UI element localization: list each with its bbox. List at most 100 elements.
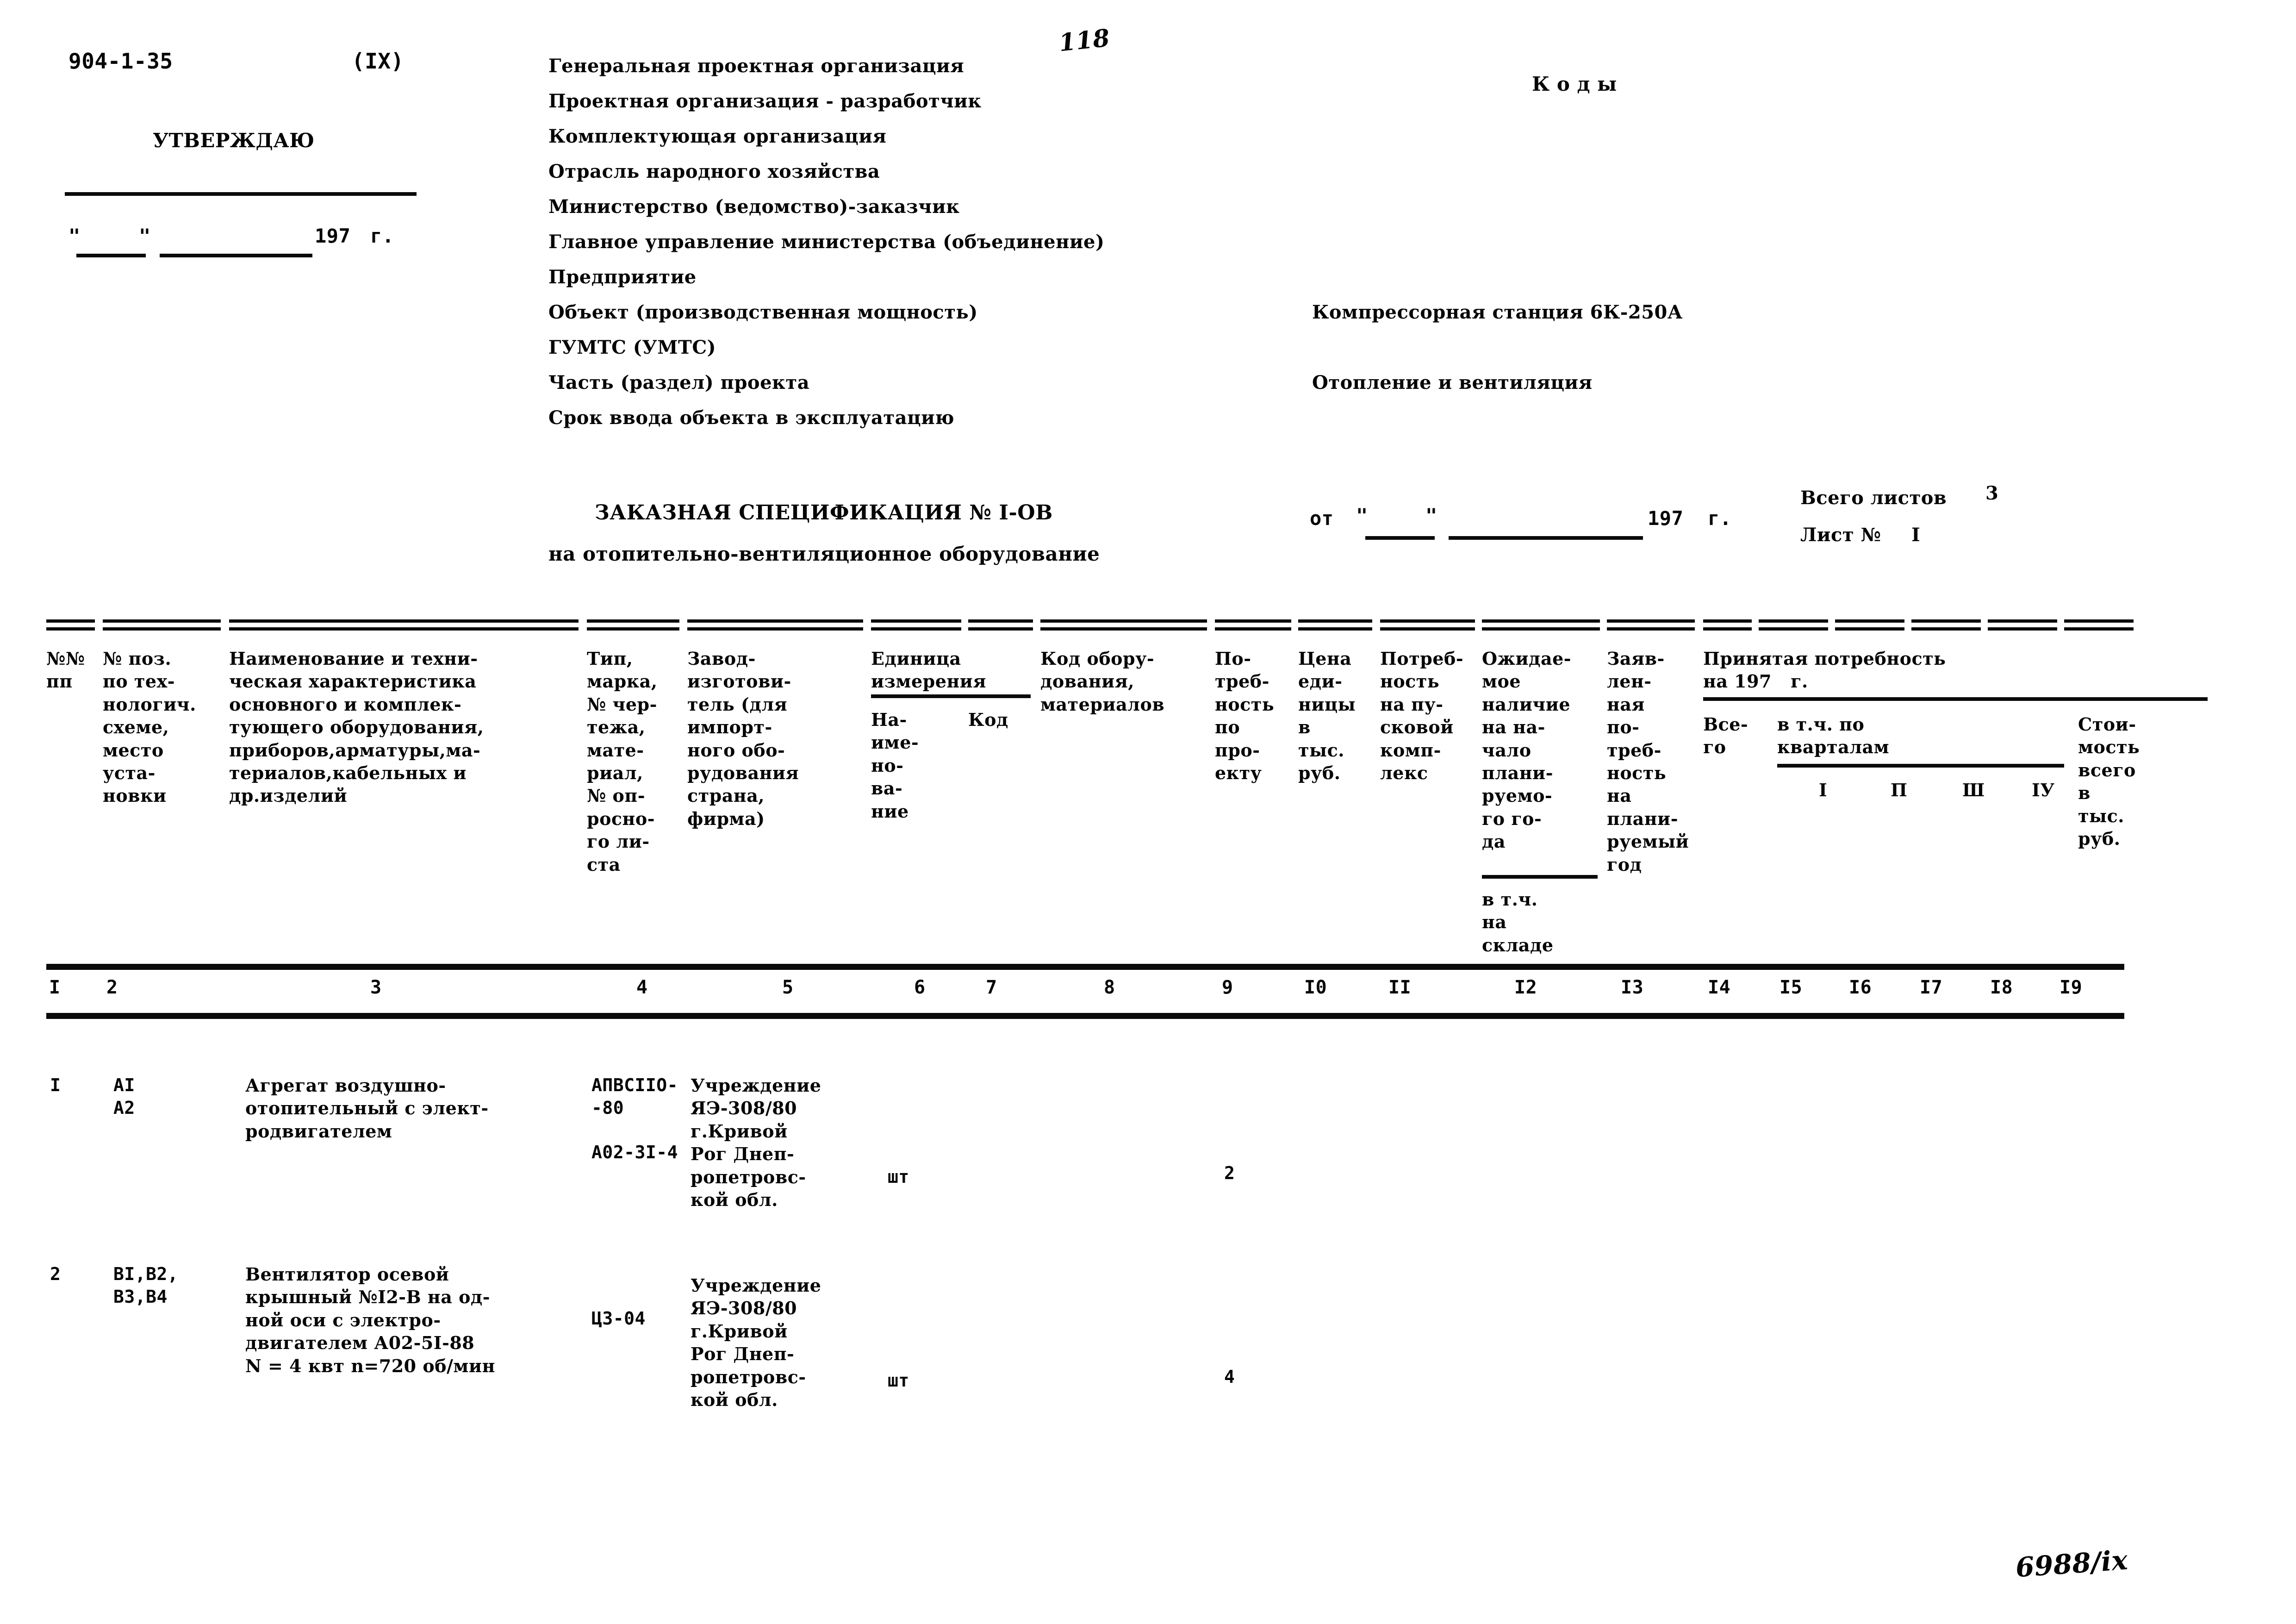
field-label-general-design-org: Генеральная проектная организация	[548, 55, 964, 77]
row-1-project-need: 2	[1224, 1163, 1235, 1183]
column-header-unit-name: На- име- но- ва- ние	[871, 709, 919, 822]
field-label-enterprise: Предприятие	[548, 266, 697, 288]
column-number-18: I8	[1990, 977, 2013, 998]
rule-below-column-numbers	[46, 1013, 2124, 1019]
column-number-19: I9	[2060, 977, 2083, 998]
row-2-type-mark: ЦЗ-04	[591, 1308, 646, 1329]
field-label-design-org-developer: Проектная организация - разработчик	[548, 90, 982, 112]
column-number-10: I0	[1304, 977, 1327, 998]
approve-year: 197	[315, 225, 351, 247]
rule-above-column-numbers	[46, 964, 2124, 970]
column-header-manufacturer: Завод- изготови- тель (для импорт- ного …	[687, 648, 799, 829]
column-header-expected-stock: Ожидае- мое наличие на на- чало плани- р…	[1482, 648, 1572, 852]
date-quote-close: "	[1425, 504, 1437, 527]
column-number-16: I6	[1849, 977, 1872, 998]
column-header-quarter-4: IУ	[2032, 780, 2055, 800]
row-2-project-need: 4	[1224, 1367, 1235, 1387]
column-number-14: I4	[1708, 977, 1731, 998]
field-label-ministry-customer: Министерство (ведомство)-заказчик	[548, 196, 960, 218]
date-quote-open: "	[1356, 504, 1368, 527]
column-number-5: 5	[782, 977, 794, 998]
column-number-9: 9	[1222, 977, 1233, 998]
approve-date-quote-close: "	[139, 225, 151, 247]
row-2-position-no: ВI,В2, В3,В4	[113, 1264, 179, 1307]
total-sheets-value: 3	[1985, 482, 1999, 504]
approve-date-quote-open: "	[68, 225, 81, 247]
date-year: 197	[1648, 507, 1684, 530]
field-label-main-directorate: Главное управление министерства (объедин…	[548, 231, 1105, 253]
rule-quarters-divider	[1777, 764, 2064, 768]
table-row: 2	[50, 1264, 61, 1284]
row-1-type-mark: АПВСIIО- -80	[591, 1075, 678, 1118]
rule-accepted-need-divider	[1703, 697, 2208, 701]
column-number-7: 7	[986, 977, 997, 998]
column-number-17: I7	[1920, 977, 1943, 998]
total-sheets-label: Всего листов	[1800, 487, 1947, 509]
sheet-label: Лист №	[1800, 524, 1881, 546]
field-label-industry-branch: Отрасль народного хозяйства	[548, 161, 880, 182]
column-header-quarter-2: П	[1891, 780, 1908, 800]
column-number-12: I2	[1514, 977, 1537, 998]
column-header-startup-complex-need: Потреб- ность на пу- сковой комп- лекс	[1380, 648, 1464, 783]
field-label-object-capacity: Объект (производственная мощность)	[548, 301, 978, 323]
row-1-manufacturer: Учреждение ЯЭ-308/80 г.Кривой Рог Днеп- …	[691, 1075, 821, 1210]
column-header-total-cost: Стои- мость всего в тыс. руб.	[2078, 714, 2140, 849]
column-header-unit-price: Цена еди- ницы в тыс. руб.	[1298, 648, 1356, 783]
handwritten-archive-mark: 6988/ix	[2014, 1544, 2129, 1584]
column-header-expected-stock-warehouse: в т.ч. на складе	[1482, 889, 1554, 956]
column-header-accepted-need-group: Принятая потребность на 197 г.	[1703, 648, 1946, 692]
column-number-1: I	[49, 977, 61, 998]
column-number-3: 3	[370, 977, 382, 998]
row-2-unit-name: шт	[888, 1370, 909, 1391]
column-header-quarter-3: Ш	[1962, 780, 1985, 800]
rule-unit-group-divider	[871, 694, 1031, 698]
specification-title: ЗАКАЗНАЯ СПЕЦИФИКАЦИЯ № I-ОВ	[595, 501, 1053, 525]
column-header-no: №№ пп	[46, 648, 85, 692]
column-header-unit-group: Единица измерения	[871, 648, 986, 692]
row-1-unit-name: шт	[888, 1167, 909, 1187]
row-2-name-spec: Вентилятор осевой крышный №I2-В на од- н…	[245, 1264, 495, 1376]
column-header-project-need: По- треб- ность по про- екту	[1215, 648, 1275, 783]
column-header-quarter-1: I	[1819, 780, 1828, 800]
date-month-line	[1449, 536, 1643, 540]
field-label-gumts: ГУМТС (УМТС)	[548, 337, 716, 358]
field-label-commissioning-date: Срок ввода объекта в эксплуатацию	[548, 407, 954, 429]
field-label-completing-org: Комплектующая организация	[548, 125, 887, 147]
approve-month-line	[160, 254, 312, 257]
column-header-type-mark: Тип, марка, № чер- тежа, мате- риал, № о…	[587, 648, 658, 875]
row-1-name-spec: Агрегат воздушно- отопительный с элект- …	[245, 1075, 489, 1142]
column-header-accepted-total: Все- го	[1703, 714, 1748, 758]
approve-label: УТВЕРЖДАЮ	[153, 129, 315, 152]
handwritten-page-number: 118	[1058, 24, 1111, 57]
date-prefix: от	[1310, 507, 1334, 530]
field-value-object-capacity: Компрессорная станция 6К-250А	[1312, 301, 1683, 323]
column-header-quarters-group: в т.ч. по кварталам	[1777, 714, 1890, 758]
column-number-8: 8	[1104, 977, 1115, 998]
field-label-project-part: Часть (раздел) проекта	[548, 372, 810, 394]
row-2-manufacturer: Учреждение ЯЭ-308/80 г.Кривой Рог Днеп- …	[691, 1275, 821, 1410]
column-number-4: 4	[636, 977, 648, 998]
column-number-11: II	[1388, 977, 1412, 998]
column-header-declared-need: Заяв- лен- ная по- треб- ность на плани-…	[1607, 648, 1689, 875]
field-value-project-part: Отопление и вентиляция	[1312, 372, 1593, 394]
table-row: I	[50, 1075, 61, 1095]
document-page: 904-1-35 (IX) УТВЕРЖДАЮ " " 197 г. 118 К…	[0, 0, 2296, 1624]
column-header-equipment-code: Код обору- дования, материалов	[1040, 648, 1165, 715]
document-code: 904-1-35	[68, 49, 173, 74]
column-number-6: 6	[914, 977, 926, 998]
column-header-name-spec: Наименование и техни- ческая характерист…	[229, 648, 484, 806]
column-number-15: I5	[1780, 977, 1803, 998]
row-1-position-no: АI А2	[113, 1075, 135, 1118]
approve-day-line	[76, 254, 146, 257]
column-header-position-no: № поз. по тех- нологич. схеме, место уст…	[103, 648, 196, 806]
column-number-2: 2	[106, 977, 118, 998]
approve-year-suffix: г.	[370, 225, 394, 247]
column-header-unit-code: Код	[968, 709, 1008, 730]
row-1-type-mark-2: А02-3I-4	[591, 1142, 678, 1162]
approve-signature-line	[65, 192, 417, 196]
date-year-suffix: г.	[1708, 507, 1732, 530]
rule-expected-stock-divider	[1482, 875, 1598, 879]
codes-label: К о д ы	[1532, 73, 1617, 95]
sheet-value: I	[1911, 524, 1921, 546]
specification-subtitle: на отопительно-вентиляционное оборудован…	[548, 543, 1100, 565]
